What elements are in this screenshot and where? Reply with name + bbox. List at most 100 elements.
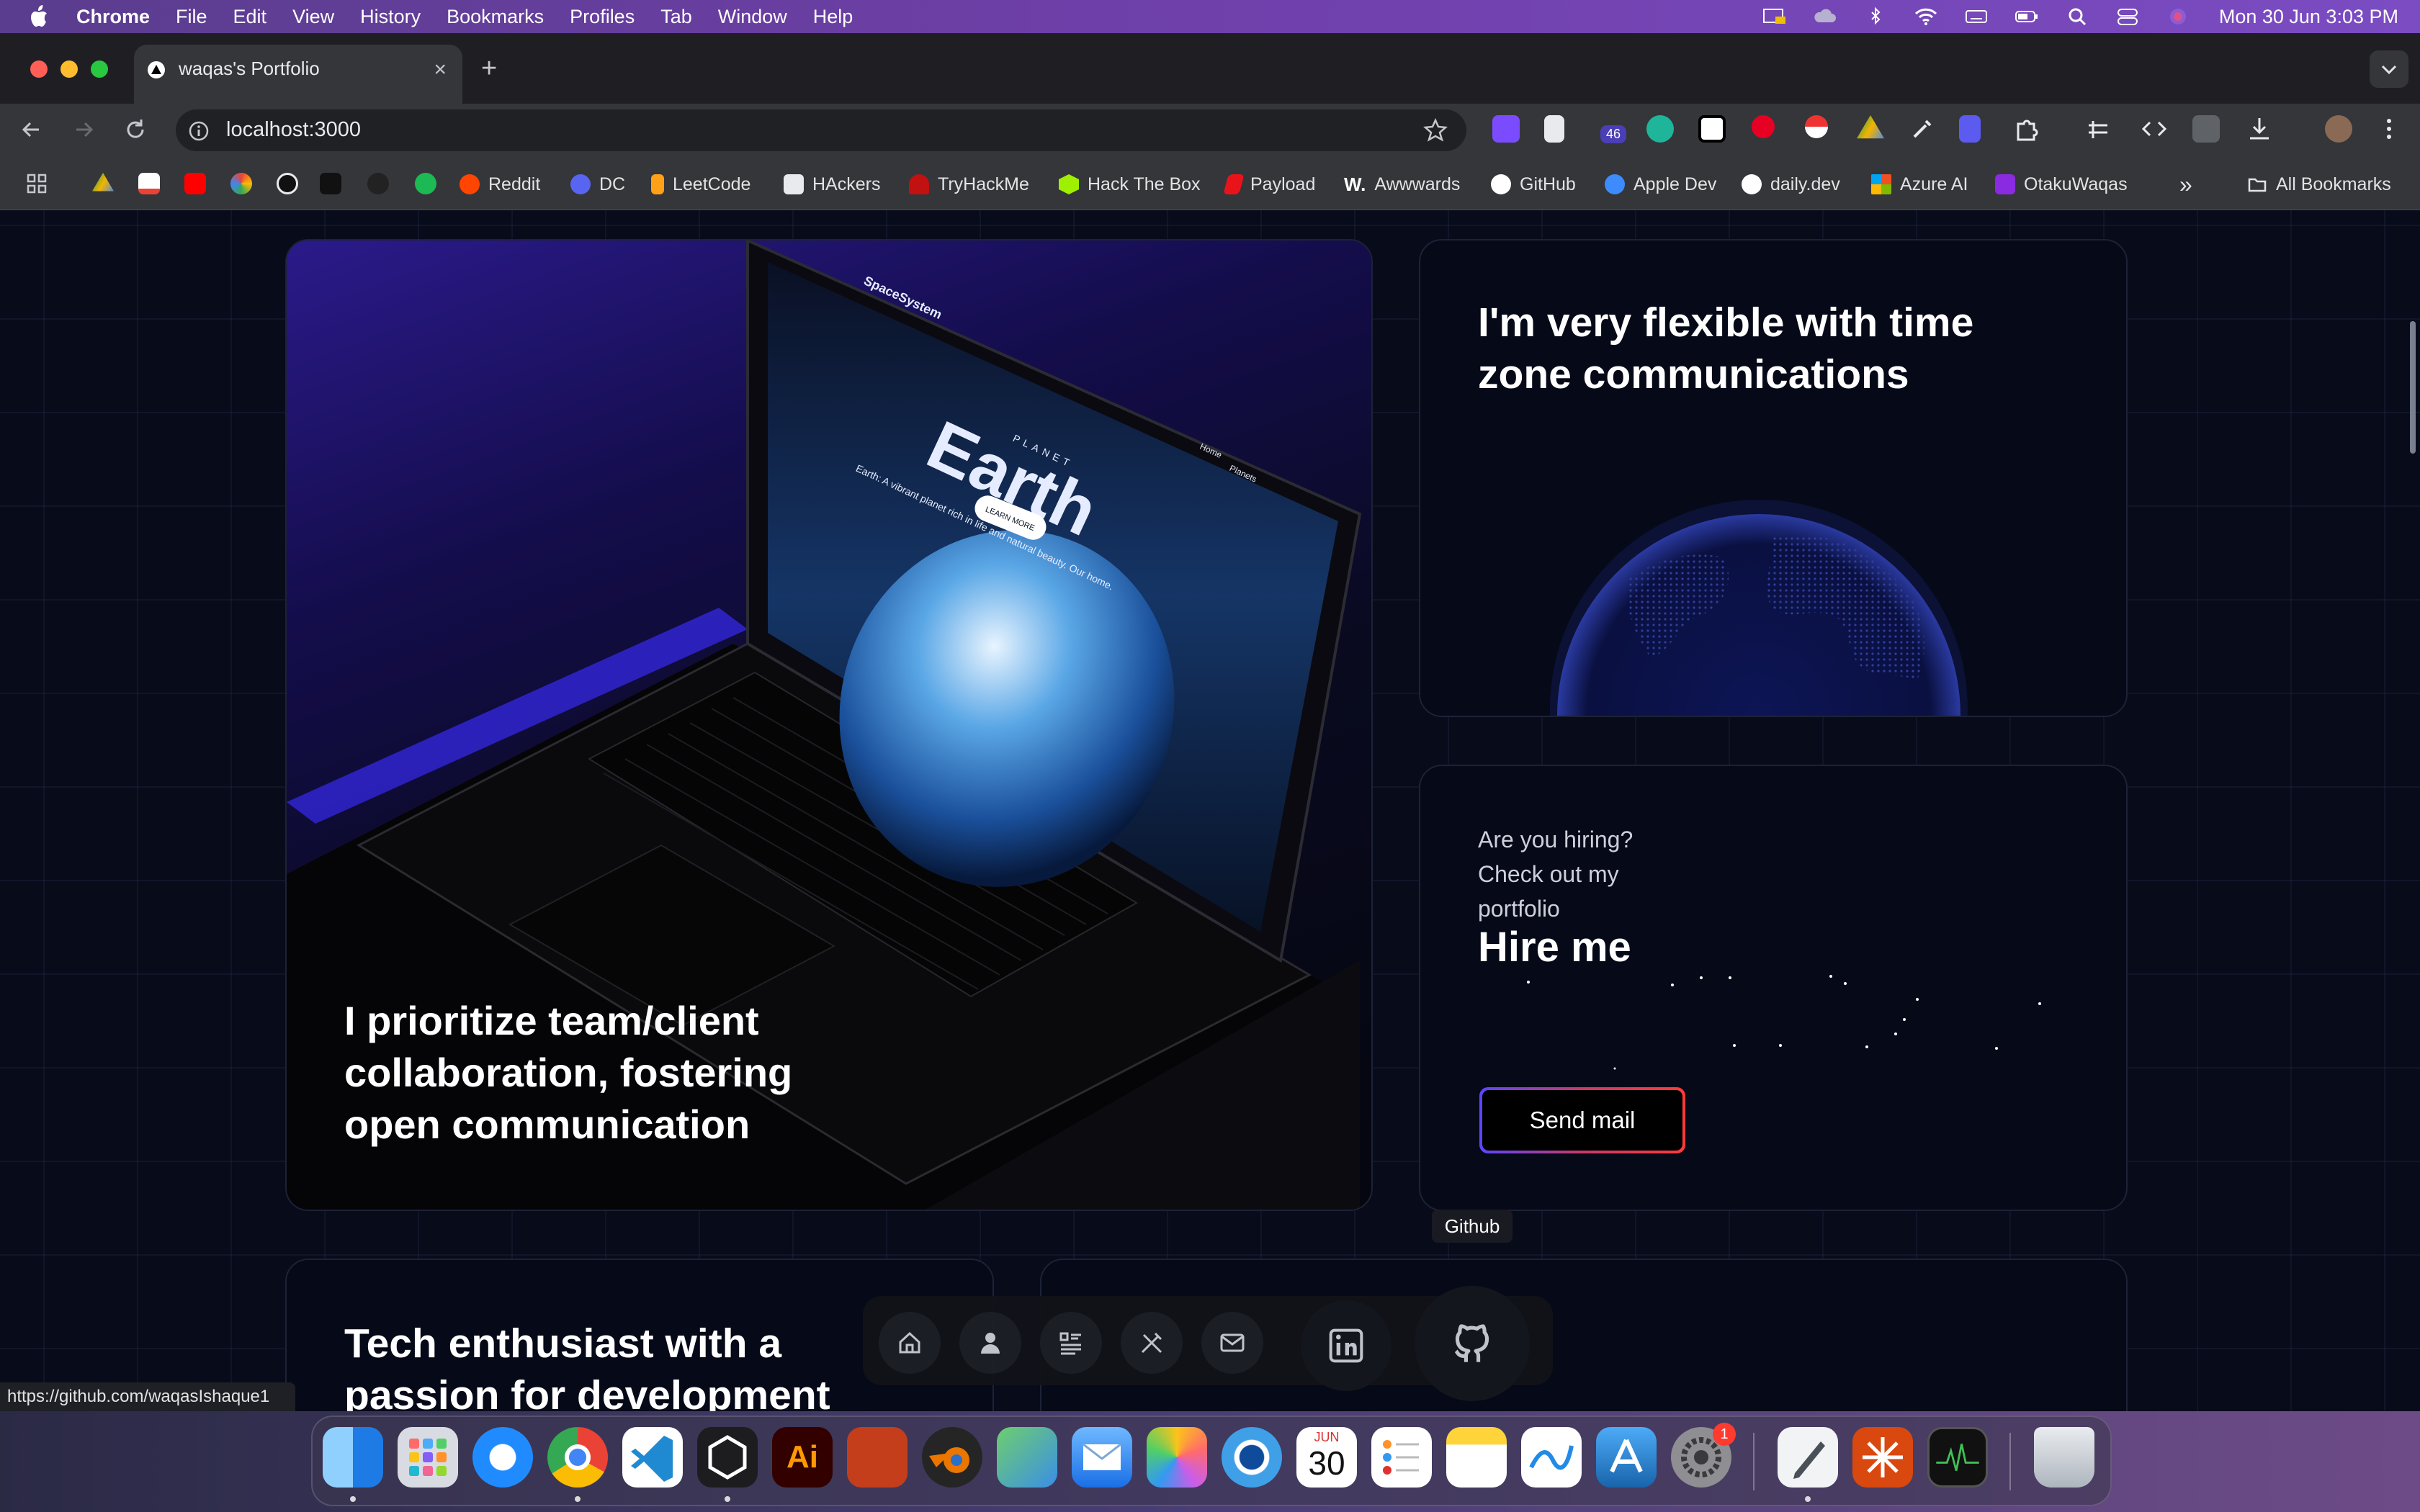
download-icon[interactable] (2246, 115, 2273, 143)
pinterest-icon[interactable] (1752, 115, 1775, 138)
extension-icon[interactable] (1698, 115, 1726, 143)
maps-icon[interactable] (997, 1427, 1057, 1488)
tab-search-button[interactable] (2370, 50, 2408, 88)
bookmark-azureai[interactable]: Azure AI (1871, 170, 1968, 199)
activity-monitor-icon[interactable] (1927, 1427, 1988, 1488)
menu-profiles[interactable]: Profiles (557, 6, 647, 28)
illustrator-icon[interactable]: Ai (772, 1427, 833, 1488)
site-info-icon[interactable] (189, 121, 209, 141)
siri-icon[interactable] (2166, 6, 2190, 27)
bluetooth-icon[interactable] (1863, 6, 1888, 27)
eyedropper-icon[interactable] (1909, 115, 1936, 143)
forward-arrow-icon[interactable] (69, 115, 98, 144)
code-icon[interactable] (2141, 115, 2168, 143)
chrome-icon[interactable] (547, 1427, 608, 1488)
tab-close-icon[interactable]: × (434, 58, 447, 82)
menu-chrome[interactable]: Chrome (63, 6, 163, 28)
bookmarks-overflow-button[interactable]: » (2179, 170, 2192, 199)
reminders-icon[interactable] (1371, 1427, 1432, 1488)
kebab-menu-icon[interactable] (2375, 115, 2403, 143)
unity-icon[interactable] (697, 1427, 758, 1488)
menu-tab[interactable]: Tab (647, 6, 705, 28)
reload-icon[interactable] (121, 115, 150, 144)
nav-github-button[interactable] (1415, 1286, 1530, 1401)
extension-icon[interactable]: 46 (1593, 115, 1627, 143)
menu-file[interactable]: File (163, 6, 220, 28)
bookmark-payload[interactable]: Payload (1223, 170, 1315, 199)
extension-icon[interactable] (1959, 115, 1981, 143)
new-tab-button[interactable]: + (481, 53, 497, 84)
screen-share-icon[interactable] (1762, 6, 1787, 27)
mail-app-icon[interactable] (1072, 1427, 1132, 1488)
freeform-icon[interactable] (1521, 1427, 1582, 1488)
cloud-icon[interactable] (1813, 6, 1837, 27)
launchpad-icon[interactable] (398, 1427, 458, 1488)
nav-home-button[interactable] (879, 1312, 941, 1374)
bookmark-dailydev[interactable]: daily.dev (1742, 170, 1840, 199)
trash-icon[interactable] (2034, 1427, 2094, 1488)
bookmark-icon[interactable] (320, 173, 341, 194)
menubar-clock[interactable]: Mon 30 Jun 3:03 PM (2219, 6, 2398, 28)
safari-icon[interactable] (472, 1427, 533, 1488)
browser-tab-active[interactable]: waqas's Portfolio × (134, 45, 462, 104)
nav-about-button[interactable] (959, 1312, 1021, 1374)
script-editor-icon[interactable] (1778, 1427, 1838, 1488)
window-zoom-button[interactable] (91, 60, 108, 78)
extension-icon[interactable] (1492, 115, 1520, 143)
nav-projects-button[interactable] (1040, 1312, 1102, 1374)
bookmark-hackers[interactable]: HAckers (784, 170, 880, 199)
system-settings-icon[interactable]: 1 (1671, 1423, 1736, 1488)
app-store-icon[interactable] (1596, 1427, 1657, 1488)
back-arrow-icon[interactable] (17, 115, 46, 144)
bookmark-icon[interactable] (415, 173, 436, 194)
devtools-icon[interactable] (2084, 115, 2112, 143)
menu-history[interactable]: History (347, 6, 434, 28)
window-close-button[interactable] (30, 60, 48, 78)
bookmark-icon[interactable] (367, 173, 389, 194)
extension-icon[interactable] (1544, 115, 1564, 143)
nav-skills-button[interactable] (1121, 1312, 1183, 1374)
bookmark-github[interactable]: GitHub (1491, 170, 1576, 199)
window-minimize-button[interactable] (60, 60, 78, 78)
claude-icon[interactable] (1852, 1427, 1913, 1488)
translate-icon[interactable] (2192, 115, 2220, 143)
menu-bookmarks[interactable]: Bookmarks (434, 6, 557, 28)
wifi-icon[interactable] (1914, 6, 1938, 27)
photos-icon[interactable] (1147, 1427, 1207, 1488)
blender-icon[interactable] (922, 1427, 982, 1488)
bookmark-appledev[interactable]: Apple Dev (1605, 170, 1716, 199)
page-scrollbar[interactable] (2410, 321, 2416, 454)
menu-help[interactable]: Help (800, 6, 866, 28)
finder-icon[interactable] (323, 1427, 383, 1488)
bookmark-hackthebox[interactable]: Hack The Box (1059, 170, 1201, 199)
profile-avatar[interactable] (2325, 115, 2352, 143)
address-url[interactable]: localhost:3000 (226, 118, 361, 142)
bookmark-tryhackme[interactable]: TryHackMe (909, 170, 1029, 199)
photos-bookmark-icon[interactable] (230, 173, 252, 194)
bookmark-dc[interactable]: DC (570, 170, 625, 199)
proxyman-icon[interactable] (1222, 1427, 1282, 1488)
gmail-bookmark-icon[interactable] (138, 173, 160, 194)
puzzle-icon[interactable] (2012, 115, 2040, 143)
calendar-icon[interactable]: JUN 30 (1296, 1427, 1357, 1488)
pokeball-icon[interactable] (1805, 115, 1828, 138)
bookmark-reddit[interactable]: Reddit (460, 170, 540, 199)
bookmark-leetcode[interactable]: LeetCode (651, 170, 750, 199)
nav-contact-button[interactable] (1201, 1312, 1263, 1374)
send-mail-button[interactable]: Send mail (1479, 1087, 1685, 1153)
battery-icon[interactable] (2015, 6, 2039, 27)
bookmark-otakuwaqas[interactable]: OtakuWaqas (1995, 170, 2128, 199)
menu-edit[interactable]: Edit (220, 6, 280, 28)
bookmark-star-icon[interactable] (1423, 118, 1448, 143)
vscode-icon[interactable] (622, 1427, 683, 1488)
menu-window[interactable]: Window (705, 6, 800, 28)
powerpoint-icon[interactable] (847, 1427, 908, 1488)
menu-view[interactable]: View (279, 6, 347, 28)
control-center-icon[interactable] (2115, 6, 2140, 27)
bookmark-awwwards[interactable]: W. Awwwards (1344, 170, 1460, 199)
search-bookmark-icon[interactable] (277, 173, 298, 194)
extension-icon[interactable] (1646, 115, 1674, 143)
keyboard-icon[interactable] (1964, 6, 1989, 27)
nav-linkedin-button[interactable] (1301, 1300, 1392, 1391)
youtube-bookmark-icon[interactable] (184, 173, 206, 194)
